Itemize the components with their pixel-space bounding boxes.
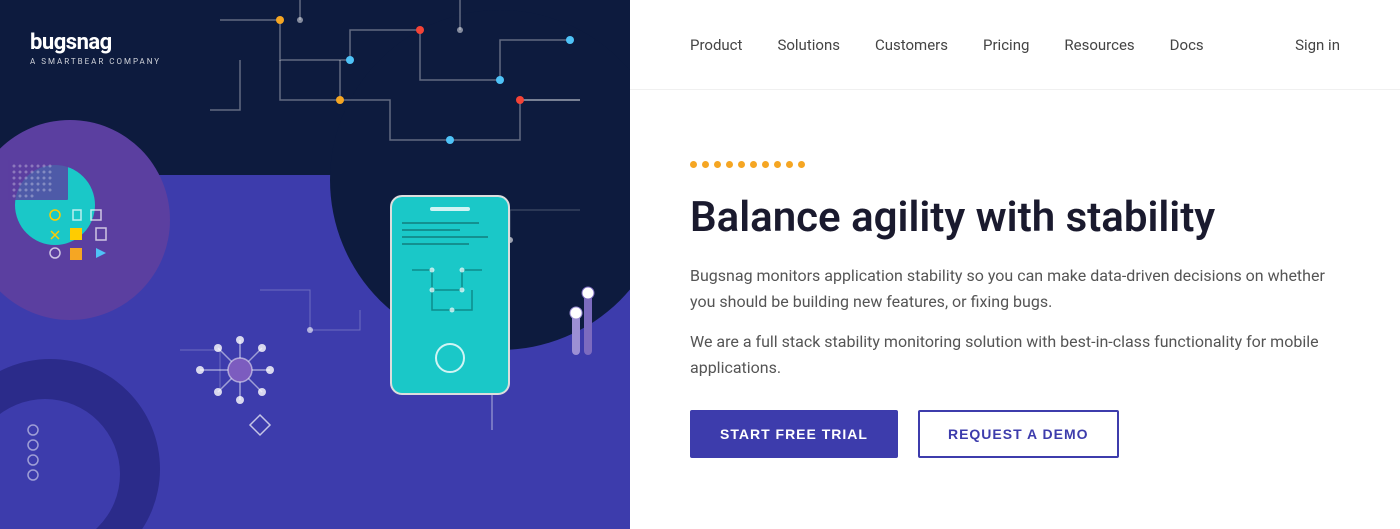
nav-links: Product Solutions Customers Pricing Reso…	[690, 35, 1204, 54]
hero-illustration: bugsnag A SMARTBEAR COMPANY	[0, 0, 630, 529]
dot-4	[726, 161, 733, 168]
hero-title: Balance agility with stability	[690, 193, 1290, 243]
navigation: Product Solutions Customers Pricing Reso…	[630, 0, 1400, 90]
request-demo-button[interactable]: REQUEST A DEMO	[918, 410, 1119, 458]
logo-sub: A SMARTBEAR COMPANY	[30, 57, 161, 66]
nav-signin[interactable]: Sign in	[1295, 36, 1340, 54]
decorative-dots	[690, 161, 1340, 168]
dot-9	[786, 161, 793, 168]
phone-mockup	[390, 195, 510, 395]
hero-description-1: Bugsnag monitors application stability s…	[690, 263, 1340, 314]
start-trial-button[interactable]: START FREE TRIAL	[690, 410, 898, 458]
nav-resources[interactable]: Resources	[1064, 36, 1134, 54]
hero-content: Balance agility with stability Bugsnag m…	[630, 90, 1400, 529]
dot-1	[690, 161, 697, 168]
nav-solutions[interactable]: Solutions	[777, 36, 840, 54]
dot-8	[774, 161, 781, 168]
dot-3	[714, 161, 721, 168]
logo[interactable]: bugsnag A SMARTBEAR COMPANY	[30, 30, 161, 66]
hero-description-2: We are a full stack stability monitoring…	[690, 329, 1340, 380]
dot-2	[702, 161, 709, 168]
nav-docs[interactable]: Docs	[1170, 36, 1204, 54]
dot-5	[738, 161, 745, 168]
logo-text: bugsnag	[30, 30, 161, 55]
nav-customers[interactable]: Customers	[875, 36, 948, 54]
nav-pricing[interactable]: Pricing	[983, 36, 1029, 54]
dot-7	[762, 161, 769, 168]
dot-10	[798, 161, 805, 168]
nav-product[interactable]: Product	[690, 36, 742, 54]
right-panel: Product Solutions Customers Pricing Reso…	[630, 0, 1400, 529]
dot-6	[750, 161, 757, 168]
cta-buttons: START FREE TRIAL REQUEST A DEMO	[690, 410, 1340, 458]
